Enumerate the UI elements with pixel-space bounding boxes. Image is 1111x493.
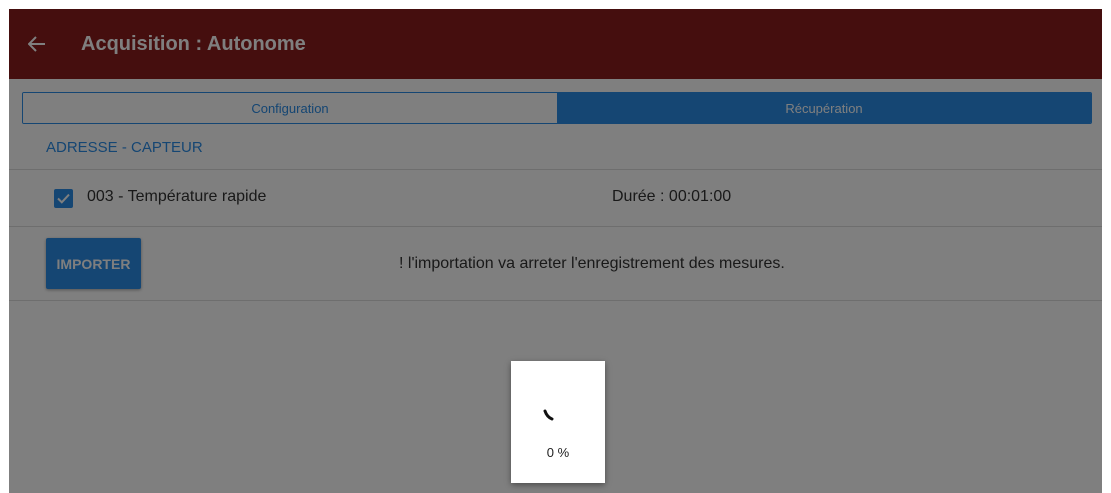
progress-percent: 0 % — [546, 445, 570, 460]
app-screen: Acquisition : Autonome Configuration Réc… — [9, 9, 1102, 493]
progress-dialog: 0 % — [511, 361, 605, 483]
spinner-icon — [543, 409, 554, 421]
